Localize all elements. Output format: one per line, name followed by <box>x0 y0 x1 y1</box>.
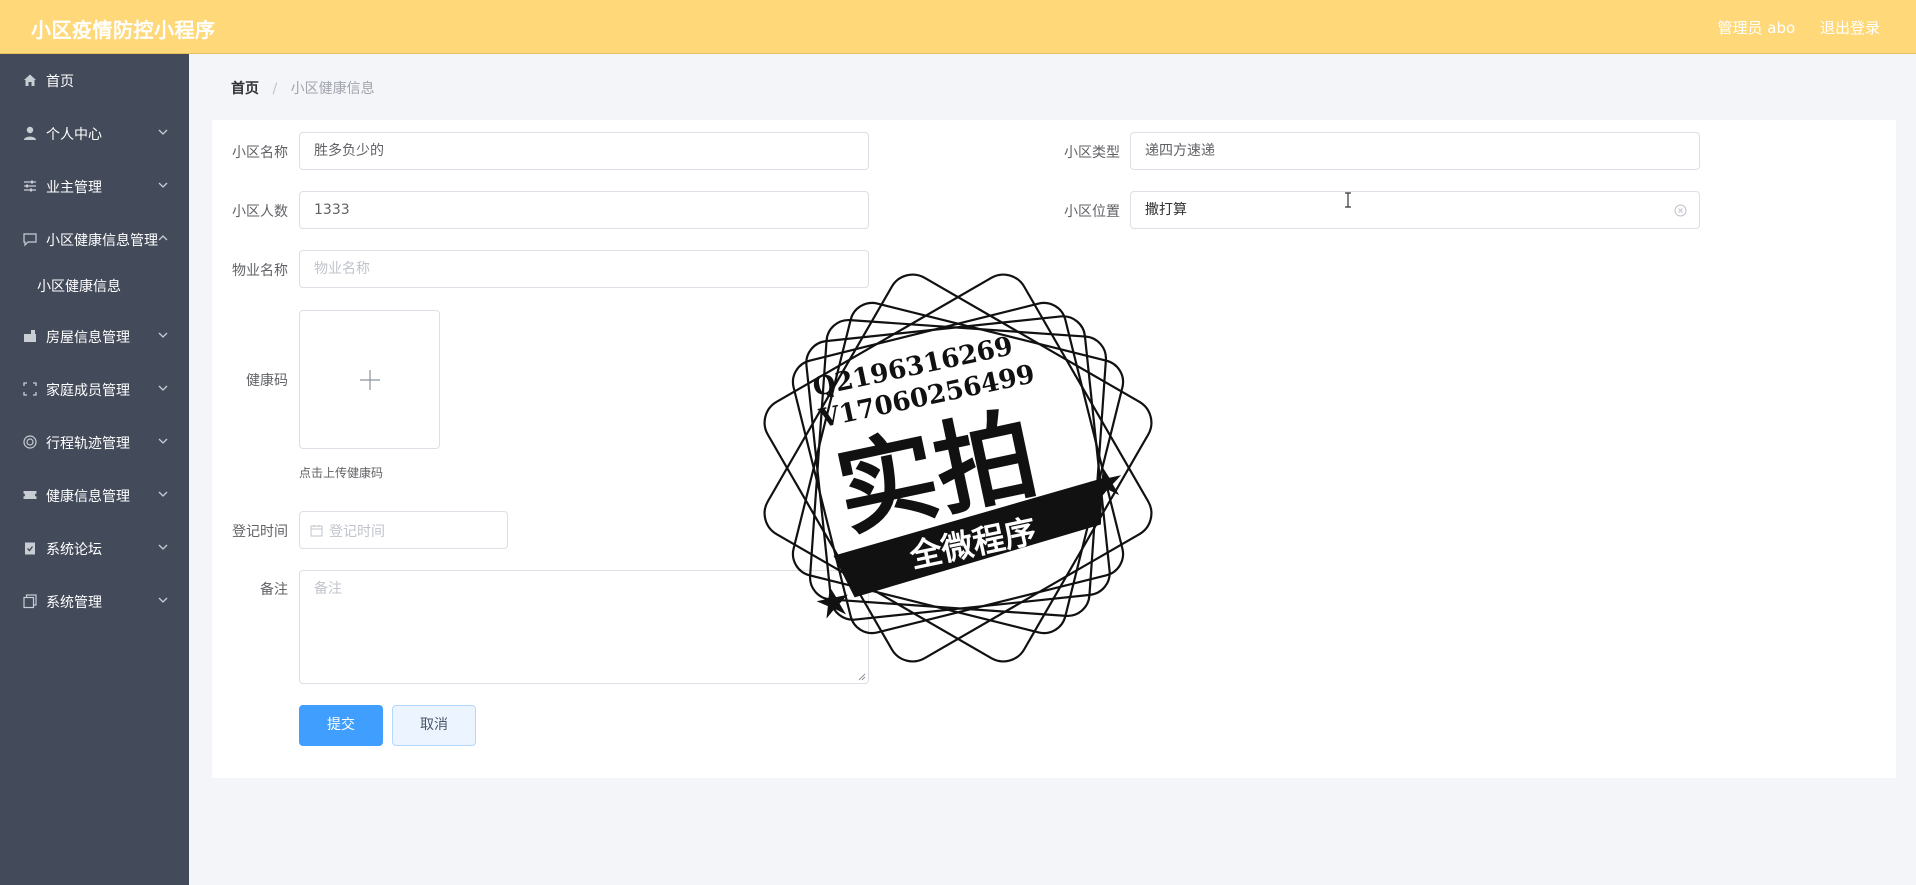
cancel-button[interactable]: 取消 <box>392 705 476 746</box>
breadcrumb-home[interactable]: 首页 <box>231 81 259 97</box>
chevron-down-icon <box>158 491 168 497</box>
community-location-value: 撒打算 <box>1145 202 1187 218</box>
sliders-icon <box>24 180 36 192</box>
watermark-stamp: Q2196316269 V17060256499 实拍 全微程序 <box>763 273 1153 663</box>
health-code-upload[interactable] <box>299 310 440 449</box>
target-icon <box>23 435 37 449</box>
text-cursor-icon <box>1345 192 1351 208</box>
upload-hint: 点击上传健康码 <box>299 466 384 480</box>
copy-icon <box>23 594 37 609</box>
remark-placeholder: 备注 <box>314 581 342 597</box>
plus-icon <box>360 370 380 390</box>
chevron-up-icon <box>158 235 168 241</box>
chevron-down-icon <box>158 182 168 188</box>
sidebar-item-community-health-management[interactable]: 小区健康信息管理 <box>0 213 189 266</box>
calendar-icon <box>310 525 323 537</box>
breadcrumb-current: 小区健康信息 <box>290 81 375 97</box>
remark-label: 备注 <box>260 582 288 598</box>
sidebar-menu: 首页 个人中心 业主管理 小区健康信息管理 小区健康信息 房屋信息管理 家庭成员… <box>0 54 189 885</box>
sidebar-item-house-management[interactable]: 房屋信息管理 <box>0 310 189 363</box>
community-name-input[interactable]: 胜多负少的 <box>299 132 869 170</box>
sidebar-item-trip-track[interactable]: 行程轨迹管理 <box>0 416 189 469</box>
header-actions: 管理员 abo 退出登录 <box>1698 17 1880 38</box>
sidebar-item-home[interactable]: 首页 <box>0 54 189 107</box>
chevron-down-icon <box>158 544 168 550</box>
sidebar-item-personal-center[interactable]: 个人中心 <box>0 107 189 160</box>
ticket-icon <box>23 491 37 499</box>
sidebar-subitem-community-health-info[interactable]: 小区健康信息 <box>0 266 189 310</box>
sidebar-item-family-members[interactable]: 家庭成员管理 <box>0 363 189 416</box>
logout-link[interactable]: 退出登录 <box>1820 19 1880 37</box>
community-name-label: 小区名称 <box>232 145 288 161</box>
community-people-input[interactable]: 1333 <box>299 191 869 229</box>
community-type-input[interactable]: 递四方速递 <box>1130 132 1700 170</box>
admin-user-label[interactable]: 管理员 abo <box>1718 19 1796 37</box>
health-code-label: 健康码 <box>246 373 288 389</box>
frame-icon <box>23 382 37 396</box>
chat-icon <box>23 233 37 247</box>
breadcrumb: 首页 / 小区健康信息 <box>231 78 375 98</box>
sidebar-item-health-info-management[interactable]: 健康信息管理 <box>0 469 189 522</box>
chevron-down-icon <box>158 332 168 338</box>
community-people-label: 小区人数 <box>232 204 288 220</box>
clipboard-icon <box>25 542 35 555</box>
community-location-label: 小区位置 <box>1064 204 1120 220</box>
sidebar-item-system-management[interactable]: 系统管理 <box>0 575 189 628</box>
community-location-input[interactable]: 撒打算 <box>1130 191 1700 229</box>
user-icon <box>24 126 36 140</box>
chevron-down-icon <box>158 438 168 444</box>
top-header: 小区疫情防控小程序 管理员 abo 退出登录 <box>0 0 1916 54</box>
chevron-down-icon <box>158 597 168 603</box>
cancel-button-label: 取消 <box>420 717 448 733</box>
chevron-down-icon <box>158 129 168 135</box>
sidebar-item-owner-management[interactable]: 业主管理 <box>0 160 189 213</box>
register-time-label: 登记时间 <box>232 524 288 540</box>
clear-icon[interactable] <box>1674 204 1687 217</box>
breadcrumb-separator: / <box>272 81 278 97</box>
home-icon <box>24 74 36 86</box>
chevron-down-icon <box>158 385 168 391</box>
sidebar-item-system-forum[interactable]: 系统论坛 <box>0 522 189 575</box>
register-time-picker[interactable]: 登记时间 <box>299 511 508 549</box>
building-icon <box>24 330 36 342</box>
submit-button[interactable]: 提交 <box>299 705 383 746</box>
app-title: 小区疫情防控小程序 <box>31 18 216 42</box>
property-name-label: 物业名称 <box>232 263 288 279</box>
community-type-label: 小区类型 <box>1064 145 1120 161</box>
register-time-placeholder: 登记时间 <box>329 524 385 540</box>
